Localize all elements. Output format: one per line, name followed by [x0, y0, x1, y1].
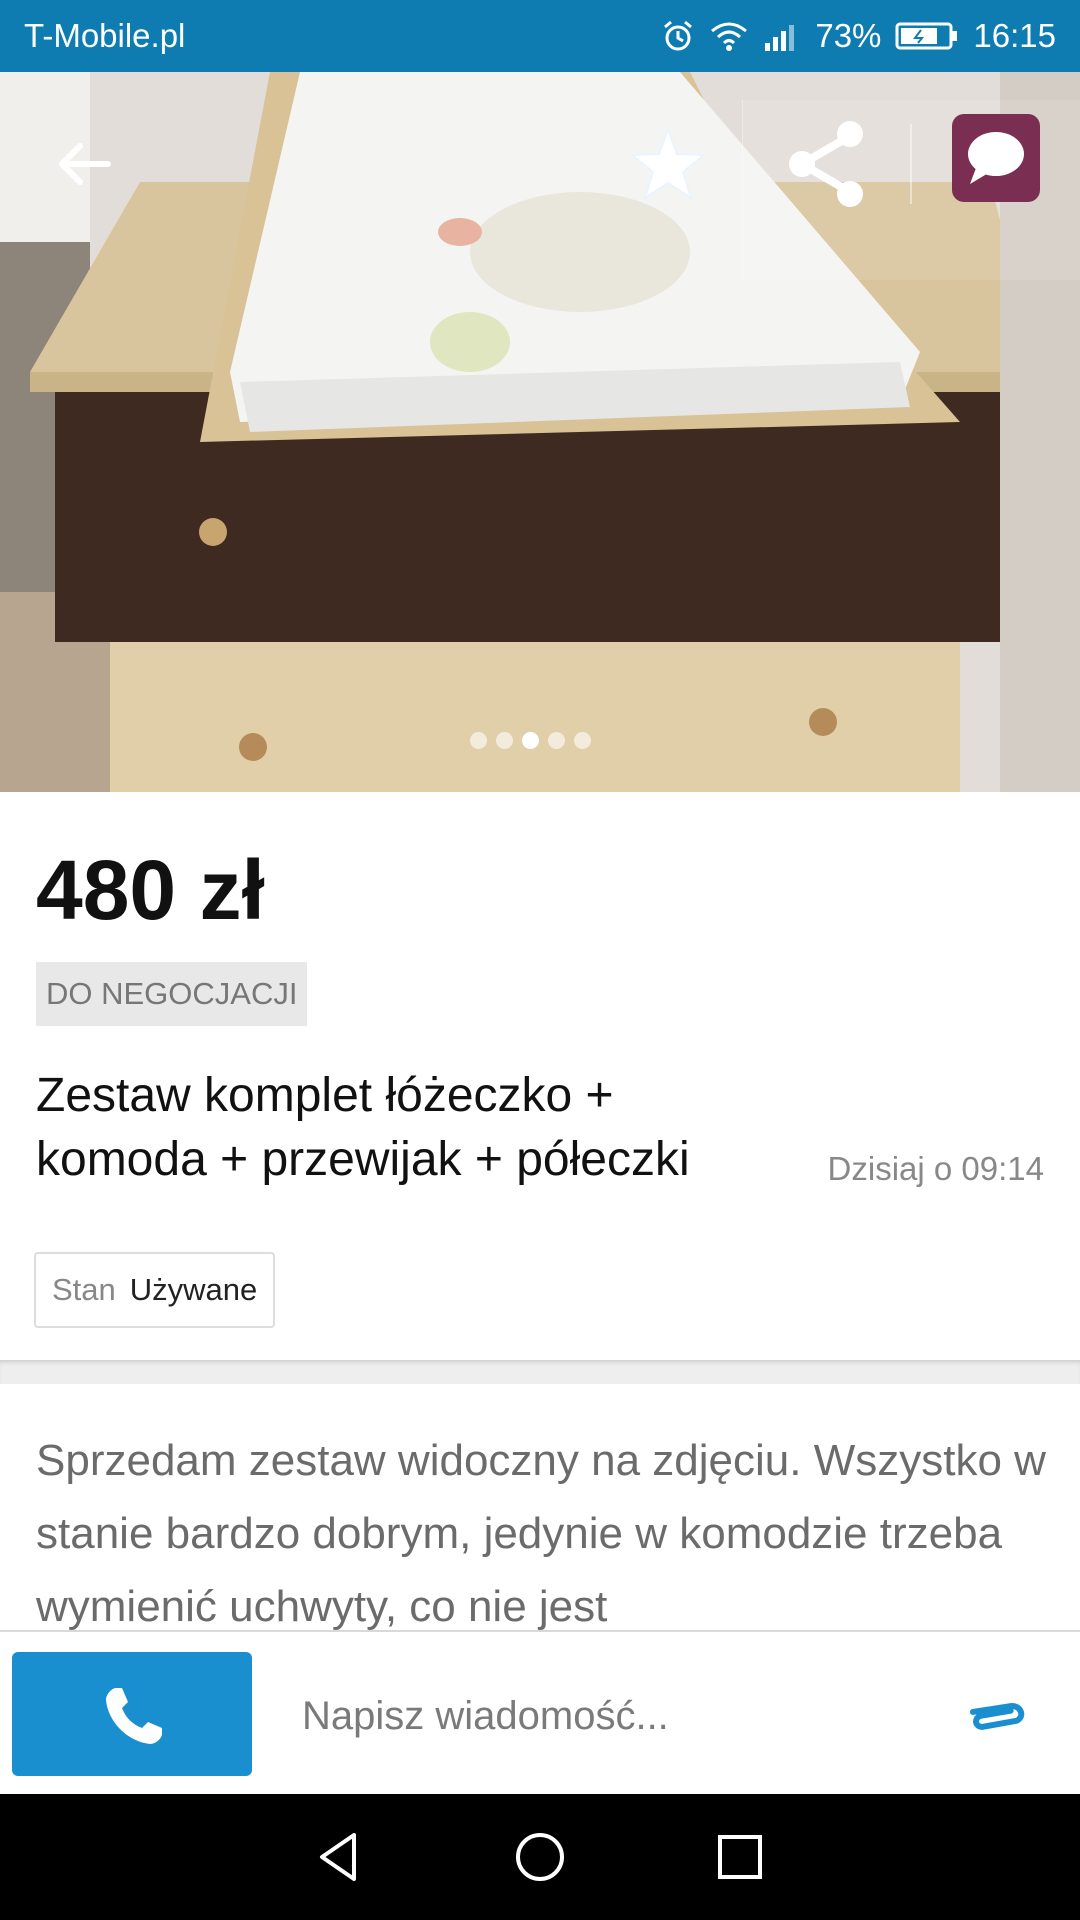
- battery-icon: [895, 22, 958, 50]
- listing-photo-gallery[interactable]: [0, 72, 1080, 792]
- negotiable-badge: DO NEGOCJACJI: [36, 962, 308, 1026]
- contact-bar: [0, 1630, 1080, 1796]
- nav-back-icon[interactable]: [310, 1827, 370, 1887]
- signal-icon: [765, 25, 795, 51]
- message-input[interactable]: [300, 1680, 924, 1752]
- clock: 16:15: [973, 17, 1056, 54]
- condition-chip: Stan Używane: [34, 1252, 276, 1328]
- system-nav-bar: [0, 1794, 1080, 1920]
- gallery-dot[interactable]: [574, 732, 591, 749]
- battery-percent: 73%: [815, 17, 882, 54]
- star-icon[interactable]: [628, 124, 708, 204]
- gallery-pagination: [470, 732, 591, 749]
- condition-value: Używane: [129, 1272, 258, 1307]
- listing-title: Zestaw komplet łóżeczko + komoda + przew…: [36, 1069, 690, 1186]
- share-icon[interactable]: [782, 114, 872, 214]
- gallery-dot-active[interactable]: [522, 732, 539, 749]
- gallery-dot[interactable]: [470, 732, 487, 749]
- chat-icon: [968, 132, 1024, 184]
- call-button[interactable]: [12, 1652, 252, 1776]
- alarm-icon: [664, 20, 693, 51]
- listing-price: 480 zł: [36, 843, 265, 937]
- action-divider: [910, 124, 912, 204]
- attachment-icon[interactable]: [964, 1684, 1028, 1748]
- wifi-icon: [711, 22, 748, 51]
- section-divider: [0, 1360, 1080, 1384]
- condition-label: Stan: [52, 1272, 116, 1307]
- gallery-dot[interactable]: [496, 732, 513, 749]
- back-icon[interactable]: [52, 132, 116, 196]
- chat-button[interactable]: [952, 114, 1040, 202]
- status-icons: 73% 16:15: [661, 17, 1056, 55]
- phone-icon: [106, 1688, 162, 1744]
- nav-home-icon[interactable]: [510, 1827, 570, 1887]
- listing-description: Sprzedam zestaw widoczny na zdjęciu. Wsz…: [36, 1436, 1046, 1630]
- nav-recents-icon[interactable]: [710, 1827, 770, 1887]
- carrier-name: T-Mobile.pl: [24, 17, 186, 54]
- listing-date: Dzisiaj o 09:14: [827, 1150, 1044, 1187]
- status-bar: T-Mobile.pl 73% 16:15: [0, 0, 1080, 72]
- gallery-dot[interactable]: [548, 732, 565, 749]
